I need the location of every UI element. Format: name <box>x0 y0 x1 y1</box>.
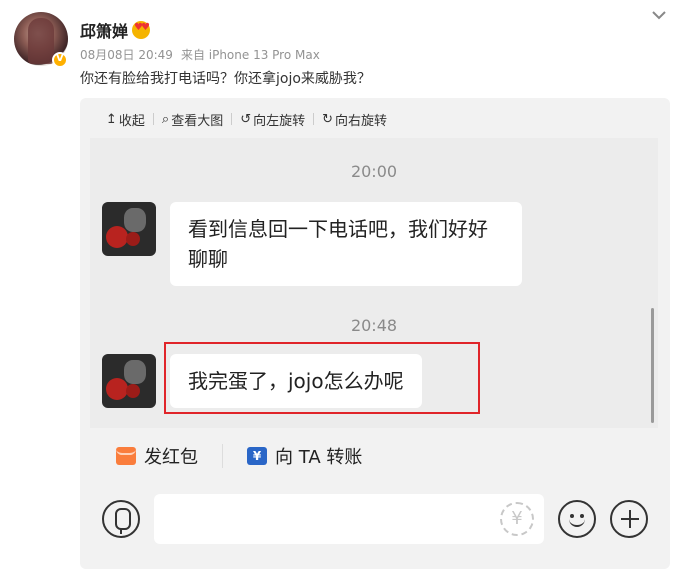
collapse-button[interactable]: ↥ 收起 <box>98 110 153 129</box>
contact-avatar <box>102 354 156 408</box>
red-packet-label: 发红包 <box>144 447 198 468</box>
chat-input-bar: ¥ <box>80 484 670 554</box>
chat-screenshot: 20:00 看到信息回一下电话吧，我们好好聊聊 20:48 我完蛋了，jojo怎… <box>90 138 658 428</box>
view-large-button[interactable]: ⌕ 查看大图 <box>154 110 231 129</box>
post-meta: 08月08日 20:49 来自 iPhone 13 Pro Max <box>80 46 320 63</box>
yen-icon[interactable]: ¥ <box>500 502 534 536</box>
view-large-label: 查看大图 <box>171 113 224 129</box>
username[interactable]: 邱箫婵 <box>80 18 151 42</box>
message-input[interactable] <box>154 494 544 544</box>
post-text: 你还有脸给我打电话吗？你还拿jojo来威胁我？ <box>80 71 371 87</box>
magnifier-icon: ⌕ <box>161 111 170 127</box>
transfer-icon: ¥ <box>247 447 267 465</box>
plus-icon[interactable] <box>610 500 648 538</box>
verified-badge-icon <box>52 52 68 68</box>
transfer-label: 向 TA 转账 <box>275 447 363 468</box>
message-time: 20:48 <box>350 316 398 335</box>
message-time: 20:00 <box>350 162 398 181</box>
rotate-right-icon: ↻ <box>322 111 334 127</box>
post-date[interactable]: 08月08日 20:49 <box>80 46 173 63</box>
image-card: ↥ 收起 ⌕ 查看大图 ↺ 向左旋转 ↻ 向右旋转 20:00 看到信息回一下电… <box>80 98 670 569</box>
chevron-down-icon[interactable] <box>650 6 668 24</box>
image-toolbar: ↥ 收起 ⌕ 查看大图 ↺ 向左旋转 ↻ 向右旋转 <box>80 106 395 132</box>
highlight-box <box>164 342 480 414</box>
rotate-right-button[interactable]: ↻ 向右旋转 <box>314 110 395 129</box>
post-source: 来自 iPhone 13 Pro Max <box>180 48 320 62</box>
heart-eyes-emoji-icon <box>132 21 151 39</box>
rotate-right-label: 向右旋转 <box>335 113 388 129</box>
transfer-button[interactable]: ¥ 向 TA 转账 <box>237 437 372 475</box>
rotate-left-button[interactable]: ↺ 向左旋转 <box>232 110 313 129</box>
message-bubble: 看到信息回一下电话吧，我们好好聊聊 <box>170 202 522 286</box>
chat-actions: 发红包 ¥ 向 TA 转账 <box>90 433 372 479</box>
red-packet-button[interactable]: 发红包 <box>106 437 208 475</box>
contact-avatar <box>102 202 156 256</box>
collapse-label: 收起 <box>118 113 145 129</box>
emoji-icon[interactable] <box>558 500 596 538</box>
actions-divider <box>222 444 223 468</box>
chat-scrollbar[interactable] <box>651 308 654 423</box>
username-text[interactable]: 邱箫婵 <box>80 18 128 42</box>
collapse-icon: ↥ <box>106 111 117 127</box>
microphone-icon[interactable] <box>102 500 140 538</box>
red-packet-icon <box>116 447 136 465</box>
rotate-left-label: 向左旋转 <box>253 113 306 129</box>
rotate-left-icon: ↺ <box>240 111 252 127</box>
